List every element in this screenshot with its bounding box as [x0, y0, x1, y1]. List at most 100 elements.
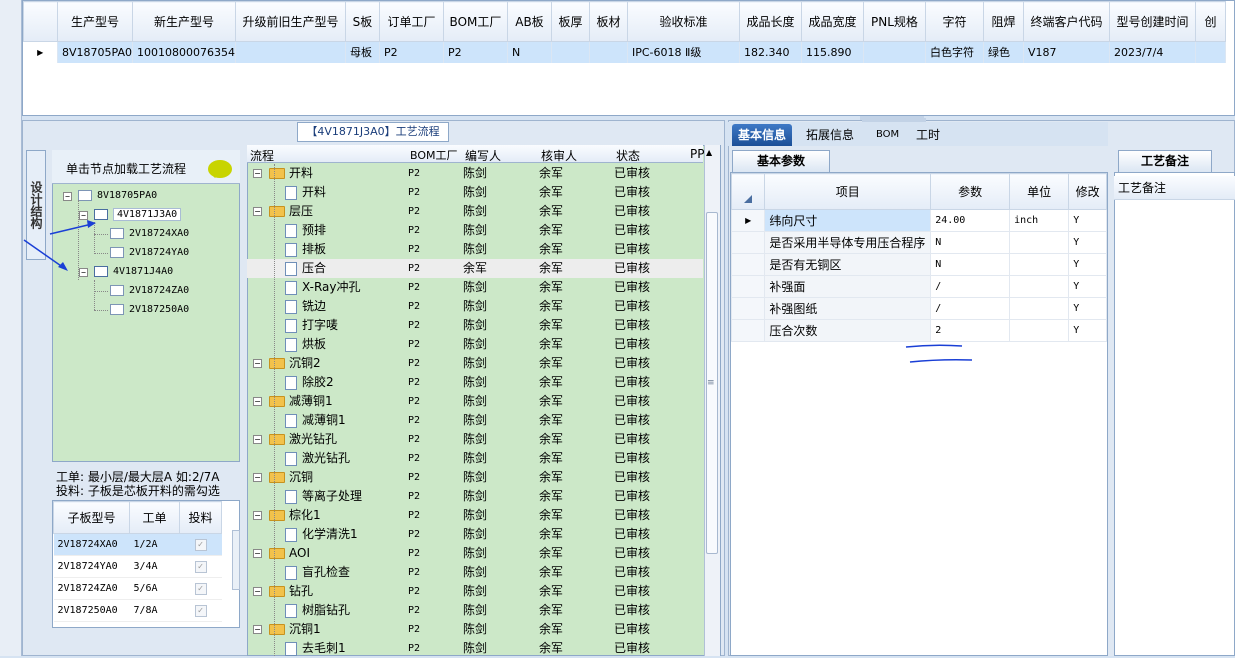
flow-bom-cell[interactable]: P2 — [408, 430, 420, 449]
flow-step-cell[interactable]: − 激光钻孔 — [253, 430, 337, 449]
flow-row[interactable]: 烘板 P2 陈剑 余军 已审核 — [247, 335, 703, 354]
top-grid-col-header[interactable]: 新生产型号 — [131, 1, 236, 42]
param-unit-cell[interactable] — [1009, 319, 1070, 342]
param-unit-cell[interactable] — [1009, 253, 1070, 276]
param-item-cell[interactable]: 是否采用半导体专用压合程序 — [764, 231, 932, 254]
flow-status-cell[interactable]: 已审核 — [614, 468, 650, 487]
flow-reviewer-cell[interactable]: 余军 — [539, 316, 563, 335]
param-item-cell[interactable]: 补强面 — [764, 275, 932, 298]
top-grid-cell[interactable]: 10010800076354 — [132, 41, 236, 63]
flow-step-cell[interactable]: 铣边 — [285, 297, 326, 316]
flow-row[interactable]: 预排 P2 陈剑 余军 已审核 — [247, 221, 703, 240]
flow-status-cell[interactable]: 已审核 — [614, 506, 650, 525]
flow-status-cell[interactable]: 已审核 — [614, 582, 650, 601]
flow-bom-cell[interactable]: P2 — [408, 392, 420, 411]
top-grid-col-header[interactable]: 终端客户代码 — [1022, 1, 1110, 42]
flow-row[interactable]: 开料 P2 陈剑 余军 已审核 — [247, 183, 703, 202]
flow-row[interactable]: X-Ray冲孔 P2 陈剑 余军 已审核 — [247, 278, 703, 297]
flow-reviewer-cell[interactable]: 余军 — [539, 582, 563, 601]
param-col-header[interactable]: 参数 — [930, 173, 1011, 210]
flow-reviewer-cell[interactable]: 余军 — [539, 221, 563, 240]
param-item-cell[interactable]: 纬向尺寸 — [764, 209, 932, 232]
flow-row[interactable]: − 开料 P2 陈剑 余军 已审核 — [247, 164, 703, 183]
flow-row[interactable]: 去毛刺1 P2 陈剑 余军 已审核 — [247, 639, 703, 658]
flow-step-cell[interactable]: 去毛刺1 — [285, 639, 346, 658]
top-grid-cell[interactable] — [551, 41, 590, 63]
flow-bom-cell[interactable]: P2 — [408, 487, 420, 506]
flow-writer-cell[interactable]: 陈剑 — [463, 373, 487, 392]
sub-grid-row[interactable]: 2V18724YA0 3/4A ✓ — [53, 555, 222, 578]
sub-grid-row[interactable]: 2V187250A0 7/8A ✓ — [53, 599, 222, 622]
flow-step-cell[interactable]: 打字唛 — [285, 316, 338, 335]
detail-tab[interactable]: BOM — [870, 124, 905, 146]
flow-status-cell[interactable]: 已审核 — [614, 335, 650, 354]
flow-bom-cell[interactable]: P2 — [408, 297, 420, 316]
flow-bom-cell[interactable]: P2 — [408, 202, 420, 221]
flow-reviewer-cell[interactable]: 余军 — [539, 639, 563, 658]
flow-bom-cell[interactable]: P2 — [408, 639, 420, 658]
flow-reviewer-cell[interactable]: 余军 — [539, 506, 563, 525]
flow-reviewer-cell[interactable]: 余军 — [539, 430, 563, 449]
sub-board-grid[interactable]: 子板型号 工单 投料 2V18724XA0 1/2A ✓ 2V18724YA0 3/4A ✓ 2… — [52, 500, 240, 628]
flow-status-cell[interactable]: 已审核 — [614, 240, 650, 259]
param-col-header[interactable]: 项目 — [764, 173, 932, 210]
flow-col-header[interactable]: BOM工厂 — [410, 147, 458, 163]
flow-step-cell[interactable]: 等离子处理 — [285, 487, 362, 506]
flow-bom-cell[interactable]: P2 — [408, 335, 420, 354]
flow-writer-cell[interactable]: 陈剑 — [463, 468, 487, 487]
flow-status-cell[interactable]: 已审核 — [614, 639, 650, 658]
param-unit-cell[interactable] — [1009, 231, 1070, 254]
top-grid-cell[interactable]: V187 — [1023, 41, 1110, 63]
top-grid-cell[interactable] — [235, 41, 346, 63]
flow-step-cell[interactable]: 化学清洗1 — [285, 525, 358, 544]
collapse-toggle-icon[interactable]: − — [253, 207, 262, 216]
flow-bom-cell[interactable]: P2 — [408, 449, 420, 468]
param-col-header[interactable]: 单位 — [1009, 173, 1070, 210]
top-grid-cell[interactable]: P2 — [379, 41, 444, 63]
flow-writer-cell[interactable]: 陈剑 — [463, 278, 487, 297]
flow-status-cell[interactable]: 已审核 — [614, 316, 650, 335]
flow-writer-cell[interactable]: 陈剑 — [463, 506, 487, 525]
flow-bom-cell[interactable]: P2 — [408, 506, 420, 525]
flow-row[interactable]: 减薄铜1 P2 陈剑 余军 已审核 — [247, 411, 703, 430]
flow-reviewer-cell[interactable]: 余军 — [539, 601, 563, 620]
sub-feed-cell[interactable]: ✓ — [179, 555, 222, 578]
top-grid-col-header[interactable]: 板材 — [588, 1, 628, 42]
flow-reviewer-cell[interactable]: 余军 — [539, 164, 563, 183]
flow-step-cell[interactable]: − 钻孔 — [253, 582, 313, 601]
flow-writer-cell[interactable]: 陈剑 — [463, 430, 487, 449]
flow-bom-cell[interactable]: P2 — [408, 354, 420, 373]
flow-writer-cell[interactable]: 陈剑 — [463, 639, 487, 658]
scroll-up-icon[interactable]: ▲ — [706, 148, 712, 157]
collapse-toggle-icon[interactable]: − — [253, 359, 262, 368]
flow-writer-cell[interactable]: 陈剑 — [463, 183, 487, 202]
collapse-toggle-icon[interactable]: − — [63, 192, 72, 201]
tree-node[interactable]: 2V18724YA0 — [94, 244, 189, 262]
flow-bom-cell[interactable]: P2 — [408, 544, 420, 563]
flow-bom-cell[interactable]: P2 — [408, 316, 420, 335]
top-grid-col-header[interactable]: 型号创建时间 — [1108, 1, 1196, 42]
flow-row[interactable]: 压合 P2 余军 余军 已审核 — [247, 259, 703, 278]
top-grid-row[interactable]: ▶ 8V18705PA0 10010800076354 母板 P2 P2 N IPC-601… — [23, 41, 1226, 63]
sub-model-cell[interactable]: 2V18724ZA0 — [53, 577, 130, 600]
flow-reviewer-cell[interactable]: 余军 — [539, 202, 563, 221]
top-grid-cell[interactable]: 绿色 — [983, 41, 1024, 63]
flow-row[interactable]: − 钻孔 P2 陈剑 余军 已审核 — [247, 582, 703, 601]
flow-reviewer-cell[interactable]: 余军 — [539, 297, 563, 316]
flow-reviewer-cell[interactable]: 余军 — [539, 240, 563, 259]
sub-grid-col-header[interactable]: 投料 — [179, 501, 222, 534]
flow-status-cell[interactable]: 已审核 — [614, 411, 650, 430]
feed-checkbox[interactable]: ✓ — [194, 560, 207, 573]
param-item-cell[interactable]: 补强图纸 — [764, 297, 932, 320]
collapse-toggle-icon[interactable]: − — [253, 587, 262, 596]
param-row[interactable]: 是否有无铜区 N Y — [731, 253, 1107, 276]
flow-reviewer-cell[interactable]: 余军 — [539, 354, 563, 373]
flow-reviewer-cell[interactable]: 余军 — [539, 278, 563, 297]
flow-reviewer-cell[interactable]: 余军 — [539, 449, 563, 468]
top-grid-cell[interactable] — [589, 41, 628, 63]
flow-writer-cell[interactable]: 陈剑 — [463, 620, 487, 639]
tree-node[interactable]: 2V18724ZA0 — [94, 282, 189, 300]
flow-status-cell[interactable]: 已审核 — [614, 164, 650, 183]
flow-reviewer-cell[interactable]: 余军 — [539, 563, 563, 582]
top-grid-cell[interactable]: 母板 — [345, 41, 380, 63]
